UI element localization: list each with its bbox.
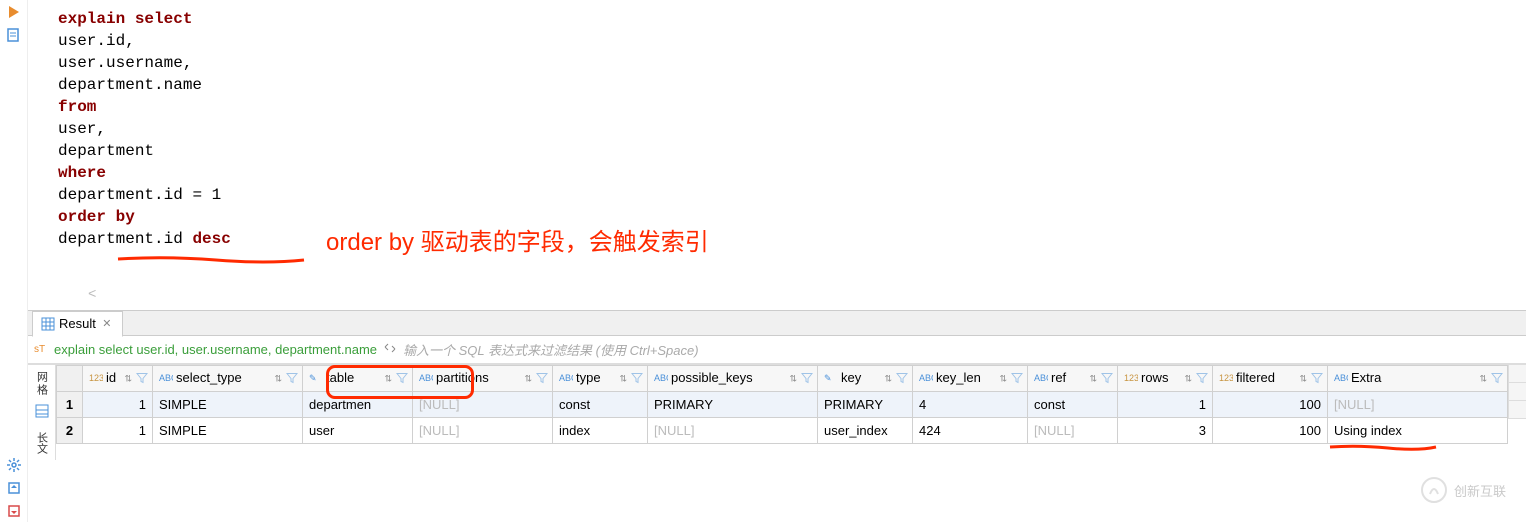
sql-editor[interactable]: explain select user.id, user.username, d… bbox=[28, 0, 1526, 310]
svg-text:ABC: ABC bbox=[654, 373, 668, 383]
annotation-text: order by 驱动表的字段，会触发索引 bbox=[326, 232, 709, 254]
table-row[interactable]: 11SIMPLEdepartmen[NULL]constPRIMARYPRIMA… bbox=[57, 392, 1508, 418]
cell[interactable]: 424 bbox=[913, 418, 1028, 444]
watermark: 创新互联 bbox=[1420, 476, 1506, 504]
tab-result-label: Result bbox=[59, 316, 96, 331]
column-header-ref[interactable]: ABCref⇅ bbox=[1028, 366, 1118, 392]
cell[interactable]: [NULL] bbox=[648, 418, 818, 444]
svg-text:ABC: ABC bbox=[559, 373, 573, 383]
cell[interactable]: [NULL] bbox=[1028, 418, 1118, 444]
svg-text:sT: sT bbox=[34, 344, 45, 355]
grid-mode-label[interactable]: 网格 bbox=[34, 365, 50, 403]
column-header-possible_keys[interactable]: ABCpossible_keys⇅ bbox=[648, 366, 818, 392]
cell[interactable]: PRIMARY bbox=[818, 392, 913, 418]
column-header-Extra[interactable]: ABCExtra⇅ bbox=[1328, 366, 1508, 392]
cell[interactable]: index bbox=[553, 418, 648, 444]
close-icon[interactable]: ✕ bbox=[100, 317, 114, 331]
cell[interactable]: 1 bbox=[83, 418, 153, 444]
cell[interactable]: [NULL] bbox=[1328, 392, 1508, 418]
svg-text:123: 123 bbox=[1124, 373, 1138, 383]
grid-scrollbar-corner bbox=[1508, 365, 1526, 460]
run-icon[interactable] bbox=[6, 4, 22, 23]
cell[interactable]: 1 bbox=[83, 392, 153, 418]
column-header-key[interactable]: ✎key⇅ bbox=[818, 366, 913, 392]
column-header-filtered[interactable]: 123filtered⇅ bbox=[1213, 366, 1328, 392]
column-header-table[interactable]: ✎table⇅ bbox=[303, 366, 413, 392]
sql-prompt-icon: sT bbox=[34, 341, 48, 358]
svg-text:ABC: ABC bbox=[1034, 373, 1048, 383]
svg-text:✎: ✎ bbox=[824, 373, 832, 383]
svg-text:ABC: ABC bbox=[419, 373, 433, 383]
cell[interactable]: PRIMARY bbox=[648, 392, 818, 418]
column-header-id[interactable]: 123id⇅ bbox=[83, 366, 153, 392]
svg-text:ABC: ABC bbox=[1334, 373, 1348, 383]
row-number[interactable]: 2 bbox=[57, 418, 83, 444]
script-icon[interactable] bbox=[6, 27, 22, 46]
svg-text:ABC: ABC bbox=[919, 373, 933, 383]
filter-row: sT explain select user.id, user.username… bbox=[28, 336, 1526, 364]
scroll-left-indicator: < bbox=[88, 284, 96, 306]
column-header-type[interactable]: ABCtype⇅ bbox=[553, 366, 648, 392]
cell[interactable]: SIMPLE bbox=[153, 392, 303, 418]
cell[interactable]: user_index bbox=[818, 418, 913, 444]
cell[interactable]: user bbox=[303, 418, 413, 444]
svg-text:ABC: ABC bbox=[159, 373, 173, 383]
column-header-rows[interactable]: 123rows⇅ bbox=[1118, 366, 1213, 392]
sql-preview-text: explain select user.id, user.username, d… bbox=[54, 342, 377, 357]
cell[interactable]: 1 bbox=[1118, 392, 1213, 418]
annotation-underline-1 bbox=[116, 250, 306, 260]
cell[interactable]: const bbox=[1028, 392, 1118, 418]
tab-result[interactable]: Result ✕ bbox=[32, 311, 123, 337]
left-toolbar bbox=[0, 0, 28, 522]
cell[interactable]: 100 bbox=[1213, 418, 1328, 444]
column-header-select_type[interactable]: ABCselect_type⇅ bbox=[153, 366, 303, 392]
table-row[interactable]: 21SIMPLEuser[NULL]index[NULL]user_index4… bbox=[57, 418, 1508, 444]
result-grid[interactable]: 123id⇅ABCselect_type⇅✎table⇅ABCpartition… bbox=[56, 365, 1508, 460]
filter-input[interactable]: 输入一个 SQL 表达式来过滤结果 (使用 Ctrl+Space) bbox=[403, 340, 1520, 359]
cell[interactable]: SIMPLE bbox=[153, 418, 303, 444]
gear-icon[interactable] bbox=[6, 457, 22, 476]
cell[interactable]: departmen bbox=[303, 392, 413, 418]
grid-mode-label-2[interactable]: 长文 bbox=[34, 426, 50, 460]
cell[interactable]: [NULL] bbox=[413, 418, 553, 444]
cell[interactable]: 4 bbox=[913, 392, 1028, 418]
row-number[interactable]: 1 bbox=[57, 392, 83, 418]
cell[interactable]: 100 bbox=[1213, 392, 1328, 418]
grid-mode-icon[interactable] bbox=[34, 403, 50, 426]
cell[interactable]: [NULL] bbox=[413, 392, 553, 418]
svg-text:123: 123 bbox=[89, 373, 103, 383]
svg-text:✎: ✎ bbox=[309, 373, 317, 383]
result-tabbar: Result ✕ bbox=[28, 310, 1526, 336]
cell[interactable]: const bbox=[553, 392, 648, 418]
export-icon[interactable] bbox=[6, 480, 22, 499]
expand-icon[interactable] bbox=[383, 341, 397, 358]
grid-left-gutter: 网格 长文 bbox=[28, 365, 56, 460]
column-header-key_len[interactable]: ABCkey_len⇅ bbox=[913, 366, 1028, 392]
column-header-partitions[interactable]: ABCpartitions⇅ bbox=[413, 366, 553, 392]
import-icon[interactable] bbox=[6, 503, 22, 522]
grid-icon bbox=[41, 317, 55, 331]
cell[interactable]: 3 bbox=[1118, 418, 1213, 444]
cell[interactable]: Using index bbox=[1328, 418, 1508, 444]
watermark-text: 创新互联 bbox=[1454, 481, 1506, 500]
svg-text:123: 123 bbox=[1219, 373, 1233, 383]
